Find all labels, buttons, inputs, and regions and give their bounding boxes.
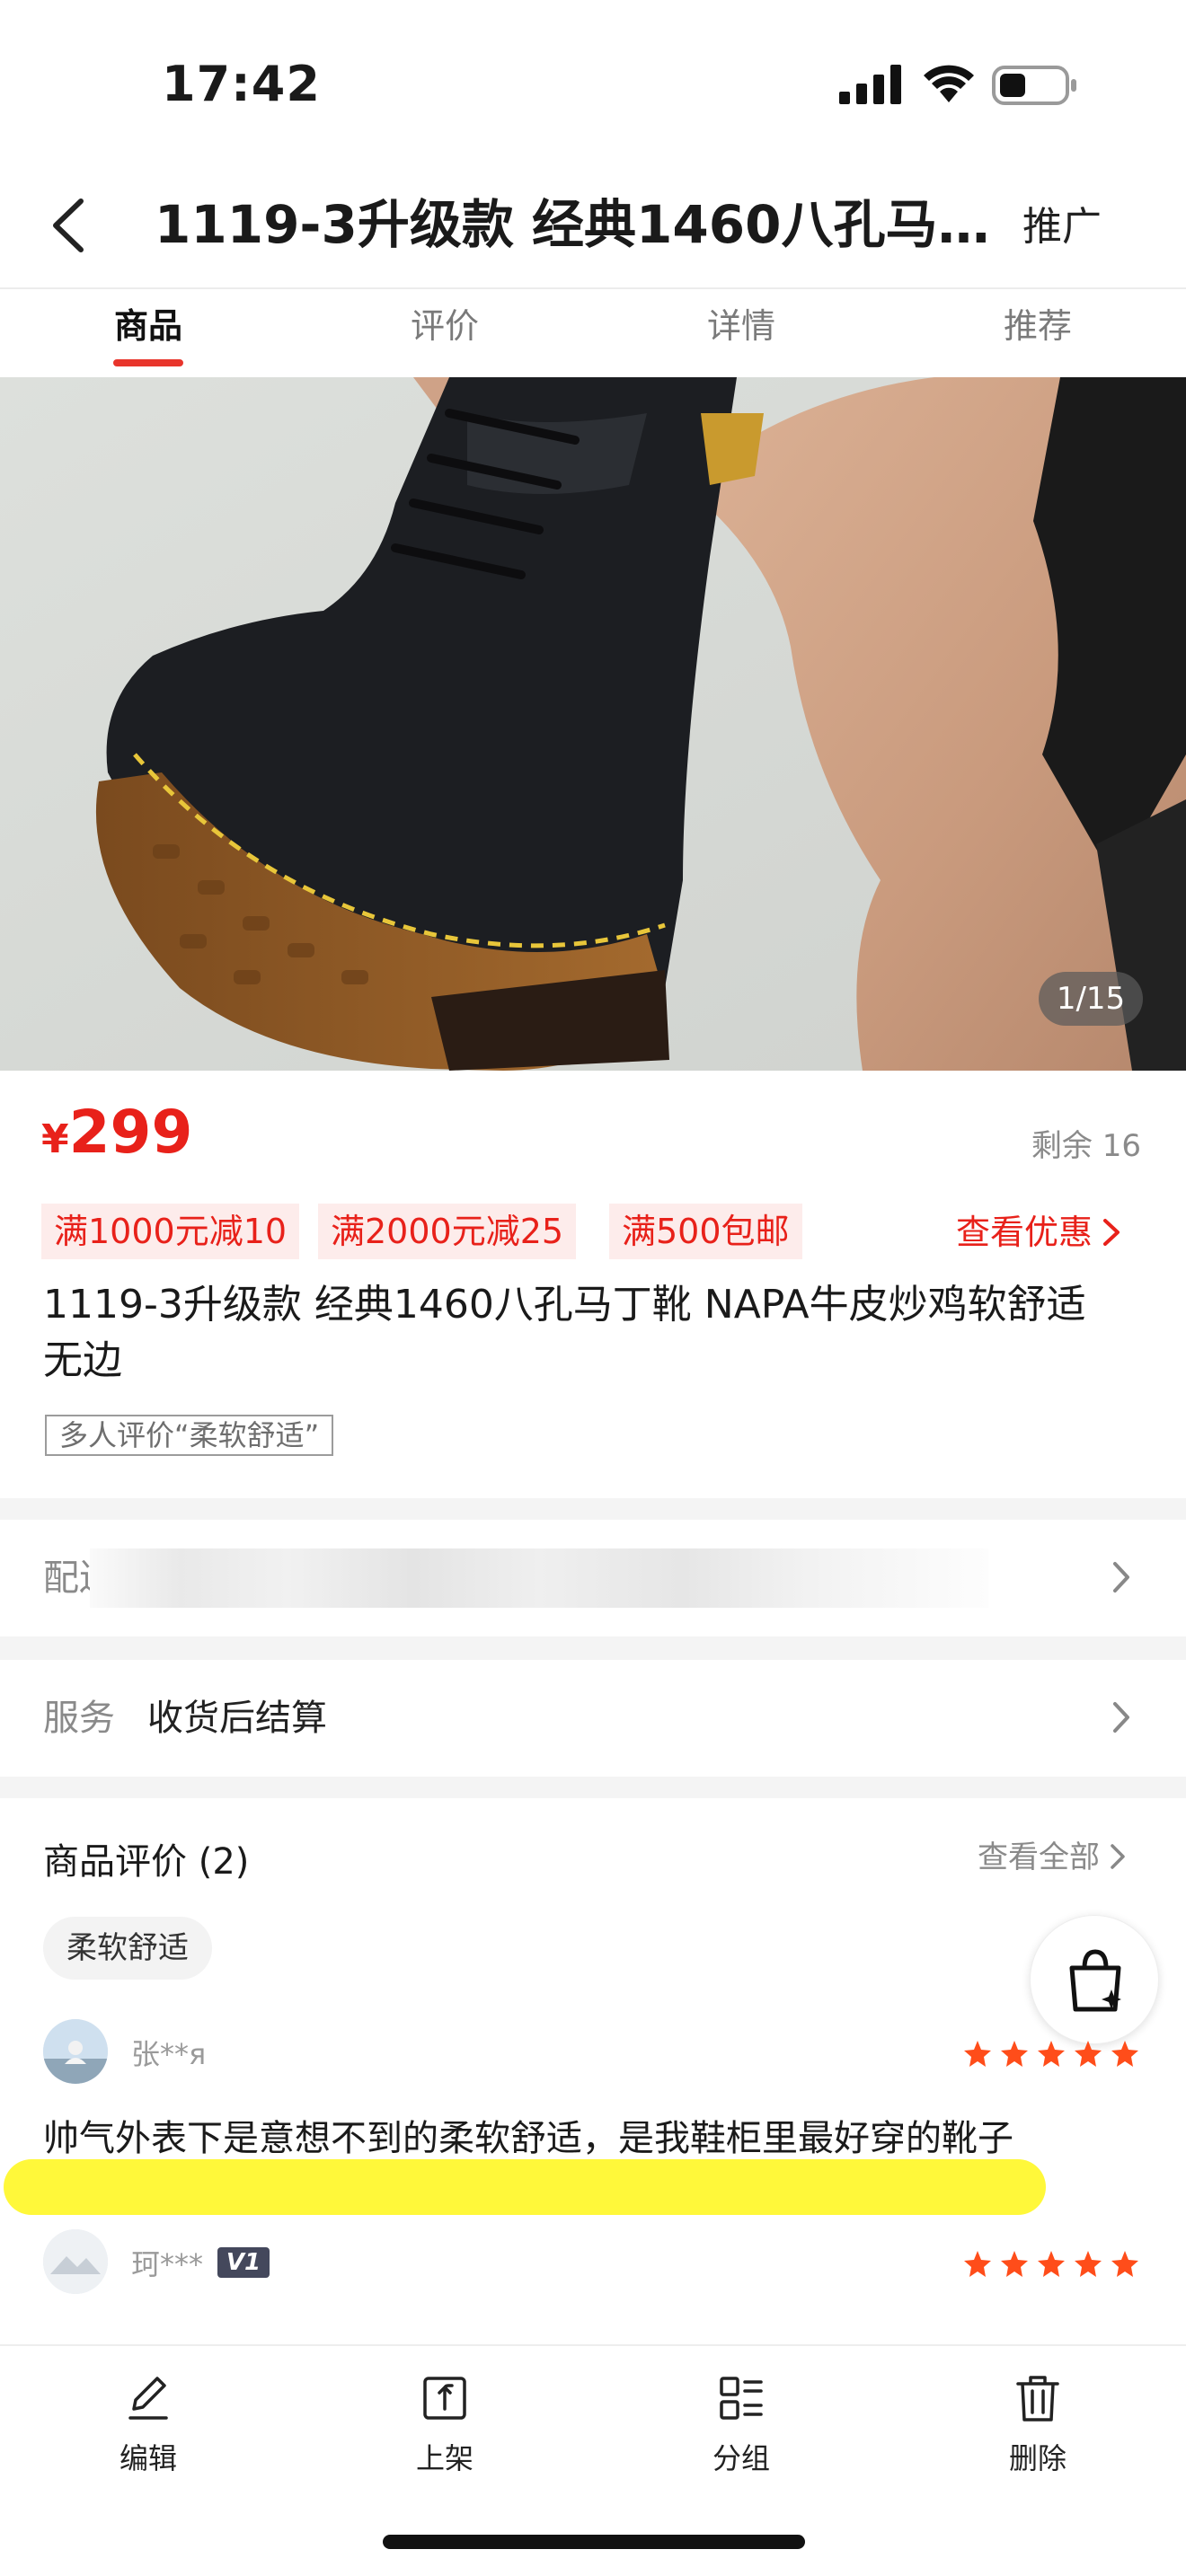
product-title: 1119-3升级款 经典1460八孔马丁靴 NAPA牛皮炒鸡软舒适无边	[43, 1282, 1086, 1383]
view-all-label: 查看全部	[978, 1839, 1100, 1875]
trash-icon	[1016, 2376, 1059, 2422]
section-divider	[0, 1636, 1186, 1660]
nav-bar: 1119-3升级款 经典1460八孔马丁靴 NAPA牛皮炒鸡软舒适无边 推广	[0, 171, 1186, 287]
price-value: 299	[68, 1098, 193, 1167]
coupon-tag[interactable]: 满1000元减10	[41, 1204, 300, 1259]
pencil-icon	[128, 2377, 168, 2420]
home-indicator	[383, 2535, 805, 2549]
delivery-row[interactable]: 配送	[0, 1520, 1186, 1636]
chevron-left-icon[interactable]	[47, 194, 90, 257]
chevron-right-icon	[1113, 1562, 1129, 1592]
edit-button[interactable]: 编辑	[0, 2364, 296, 2490]
coupon-tag[interactable]: 满2000元减25	[318, 1204, 577, 1259]
signal-icon	[839, 65, 901, 104]
shopping-bag-button[interactable]	[1030, 1915, 1159, 2044]
avatar	[43, 2229, 108, 2294]
wifi-icon	[924, 65, 974, 102]
star-rating	[964, 2251, 1138, 2277]
price: ¥299	[41, 1098, 192, 1167]
active-tab-indicator	[113, 359, 183, 366]
service-row[interactable]: 服务 收货后结算	[0, 1660, 1186, 1777]
list-on-shelf-button[interactable]: 上架	[296, 2364, 593, 2490]
section-divider	[0, 1777, 1186, 1798]
service-label: 服务	[43, 1698, 115, 1739]
coupon-tag[interactable]: 满500包邮	[609, 1204, 802, 1259]
product-photo	[0, 377, 1186, 1071]
list-on-shelf-label: 上架	[415, 2441, 474, 2475]
upload-icon	[423, 2377, 466, 2420]
reviewer-name: 珂***	[131, 2247, 204, 2281]
page-title: 1119-3升级款 经典1460八孔马丁靴 NAPA牛皮炒鸡软舒适无边	[155, 194, 990, 255]
avatar-image	[43, 2229, 108, 2294]
tab-reviews[interactable]: 评价	[296, 289, 593, 379]
shopping-bag-icon	[1069, 1949, 1121, 2012]
view-all-reviews-link[interactable]: 查看全部	[978, 1832, 1127, 1876]
yellow-highlight-mark	[4, 2159, 1046, 2215]
service-value: 收货后结算	[147, 1698, 327, 1739]
vip-badge: V1	[217, 2247, 270, 2278]
redacted-delivery-info	[90, 1548, 988, 1608]
delete-label: 删除	[1008, 2441, 1067, 2475]
promote-button[interactable]: 推广	[1022, 196, 1102, 259]
edit-label: 编辑	[119, 2441, 177, 2475]
image-counter: 1/15	[1039, 972, 1143, 1026]
delete-button[interactable]: 删除	[890, 2364, 1186, 2490]
group-label: 分组	[712, 2441, 770, 2475]
avatar	[43, 2019, 108, 2084]
status-time: 17:42	[162, 56, 321, 112]
tab-recommend[interactable]: 推荐	[890, 289, 1186, 379]
tab-details[interactable]: 详情	[593, 289, 890, 379]
group-icon	[720, 2377, 763, 2420]
chevron-right-icon	[1111, 1844, 1125, 1869]
stock-remaining: 剩余 16	[1031, 1128, 1141, 1164]
view-discounts-label: 查看优惠	[956, 1213, 1093, 1252]
group-button[interactable]: 分组	[593, 2364, 890, 2490]
chevron-right-icon	[1113, 1702, 1129, 1733]
chevron-right-icon	[1103, 1219, 1120, 1246]
review-text: 帅气外表下是意想不到的柔软舒适，是我鞋柜里最好穿的靴子	[43, 2118, 1013, 2159]
reviews-title: 商品评价 (2)	[43, 1841, 250, 1883]
status-bar: 17:42	[0, 0, 1186, 171]
price-currency: ¥	[41, 1116, 69, 1162]
star-rating	[964, 2041, 1138, 2067]
review-highlight-tag: 多人评价“柔软舒适”	[45, 1415, 334, 1456]
reviewer-name: 张**я	[131, 2037, 207, 2071]
review-keyword-chip[interactable]: 柔软舒适	[43, 1917, 212, 1980]
tab-bar: 商品 评价 详情 推荐	[0, 287, 1186, 377]
view-discounts-link[interactable]: 查看优惠	[956, 1205, 1121, 1259]
battery-icon	[992, 66, 1076, 105]
section-divider	[0, 1498, 1186, 1520]
product-image-carousel[interactable]: 1/15	[0, 377, 1186, 1071]
avatar-image	[43, 2019, 108, 2084]
